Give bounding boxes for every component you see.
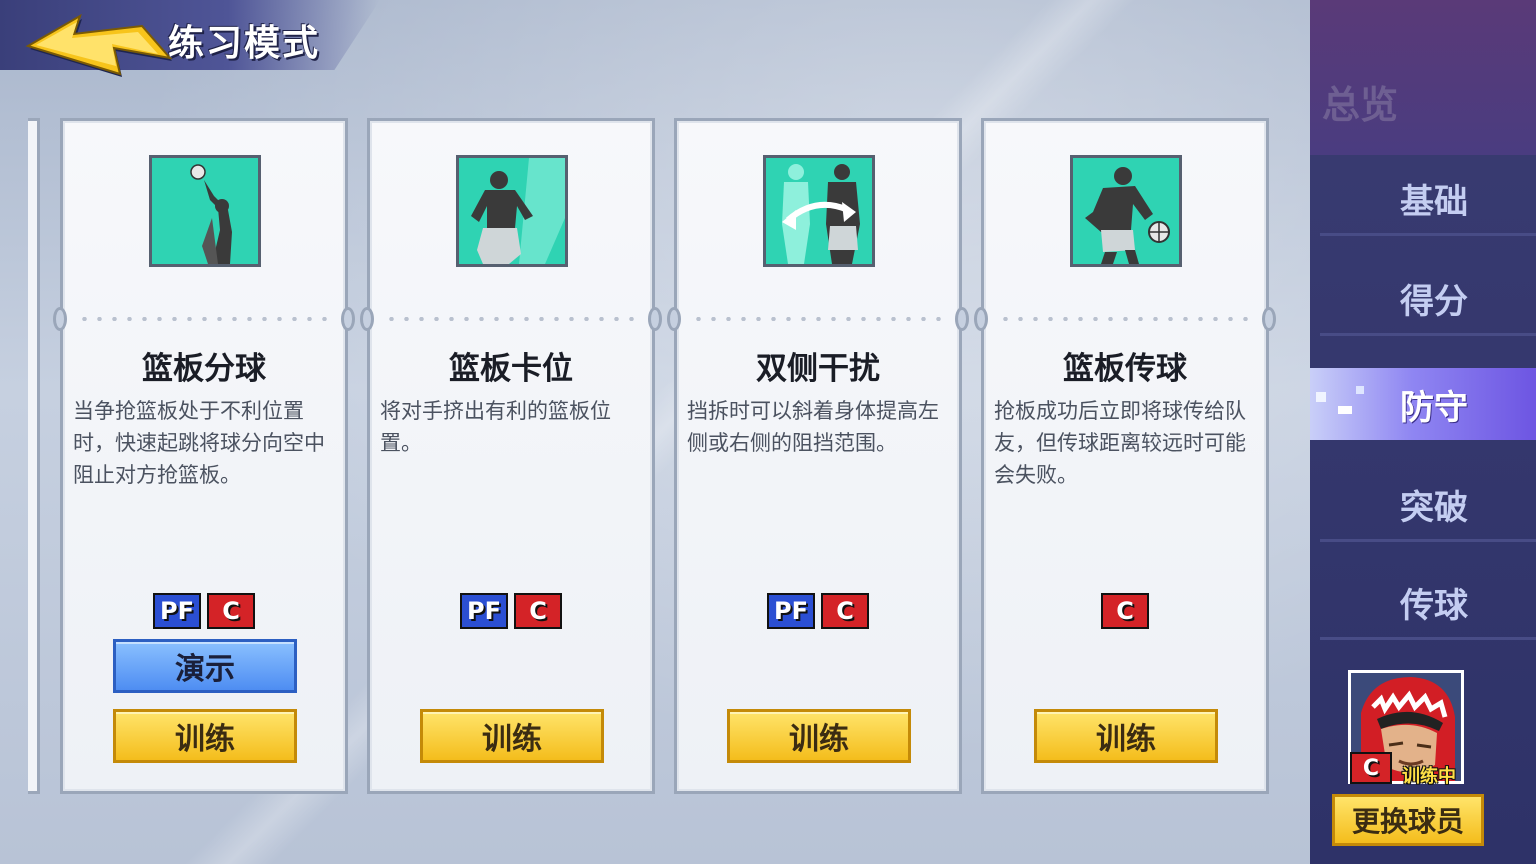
card-notch bbox=[648, 307, 662, 331]
tab-overview[interactable]: 总览 bbox=[1322, 74, 1398, 129]
outlet-pass-icon bbox=[1070, 155, 1182, 267]
position-badges: PF C bbox=[63, 593, 345, 629]
previous-card-edge[interactable] bbox=[28, 118, 40, 794]
demo-button[interactable]: 演示 bbox=[113, 639, 297, 693]
back-arrow-icon bbox=[25, 13, 173, 77]
position-badge-c: C bbox=[514, 593, 562, 629]
change-player-button[interactable]: 更换球员 bbox=[1332, 794, 1484, 846]
card-notch bbox=[360, 307, 374, 331]
skill-card[interactable]: 篮板卡位 将对手挤出有利的篮板位置。 PF C 训练 bbox=[360, 118, 662, 794]
position-badge-pf: PF bbox=[767, 593, 815, 629]
card-notch bbox=[974, 307, 988, 331]
train-button[interactable]: 训练 bbox=[420, 709, 604, 763]
card-notch bbox=[341, 307, 355, 331]
tab-scoring[interactable]: 得分 bbox=[1320, 264, 1536, 336]
page-title: 练习模式 bbox=[168, 23, 321, 64]
skill-description: 将对手挤出有利的篮板位置。 bbox=[380, 399, 611, 455]
skill-card[interactable]: 篮板分球 当争抢篮板处于不利位置时，快速起跳将球分向空中阻止对方抢篮板。 PF … bbox=[53, 118, 355, 794]
skill-description: 当争抢篮板处于不利位置时，快速起跳将球分向空中阻止对方抢篮板。 bbox=[73, 399, 325, 487]
card-divider bbox=[691, 317, 945, 321]
position-badges: PF C bbox=[370, 593, 652, 629]
skill-name: 双侧干扰 bbox=[756, 351, 880, 387]
skill-name: 篮板分球 bbox=[142, 351, 266, 387]
player-position-badge: C bbox=[1350, 752, 1392, 784]
training-status: 训练中 bbox=[1402, 766, 1456, 787]
rebound-tip-icon bbox=[149, 155, 261, 267]
skill-description: 抢板成功后立即将球传给队友，但传球距离较远时可能会失败。 bbox=[994, 399, 1246, 487]
train-button[interactable]: 训练 bbox=[113, 709, 297, 763]
skill-description: 挡拆时可以斜着身体提高左侧或右侧的阻挡范围。 bbox=[687, 399, 939, 455]
tab-defense-label: 防守 bbox=[1400, 387, 1468, 428]
train-button[interactable]: 训练 bbox=[1034, 709, 1218, 763]
skill-card[interactable]: 双侧干扰 挡拆时可以斜着身体提高左侧或右侧的阻挡范围。 PF C 训练 bbox=[667, 118, 969, 794]
position-badge-pf: PF bbox=[460, 593, 508, 629]
card-notch bbox=[955, 307, 969, 331]
position-badge-pf: PF bbox=[153, 593, 201, 629]
tab-defense[interactable]: 防守 bbox=[1310, 368, 1536, 440]
back-button[interactable] bbox=[22, 8, 173, 78]
two-side-block-icon bbox=[763, 155, 875, 267]
position-badge-c: C bbox=[1101, 593, 1149, 629]
tab-passing[interactable]: 传球 bbox=[1320, 568, 1536, 640]
card-notch bbox=[1262, 307, 1276, 331]
card-divider bbox=[384, 317, 638, 321]
card-divider bbox=[998, 317, 1252, 321]
tab-breakthrough[interactable]: 突破 bbox=[1320, 470, 1536, 542]
skill-name: 篮板传球 bbox=[1063, 351, 1187, 387]
skill-name: 篮板卡位 bbox=[449, 351, 573, 387]
train-button[interactable]: 训练 bbox=[727, 709, 911, 763]
position-badge-c: C bbox=[821, 593, 869, 629]
tab-basic[interactable]: 基础 bbox=[1320, 164, 1536, 236]
position-badges: C bbox=[984, 593, 1266, 629]
box-out-icon bbox=[456, 155, 568, 267]
position-badge-c: C bbox=[207, 593, 255, 629]
position-badges: PF C bbox=[677, 593, 959, 629]
card-divider bbox=[77, 317, 331, 321]
active-tab-decoration bbox=[1316, 382, 1376, 422]
skill-card[interactable]: 篮板传球 抢板成功后立即将球传给队友，但传球距离较远时可能会失败。 C 训练 bbox=[974, 118, 1276, 794]
card-notch bbox=[53, 307, 67, 331]
card-notch bbox=[667, 307, 681, 331]
